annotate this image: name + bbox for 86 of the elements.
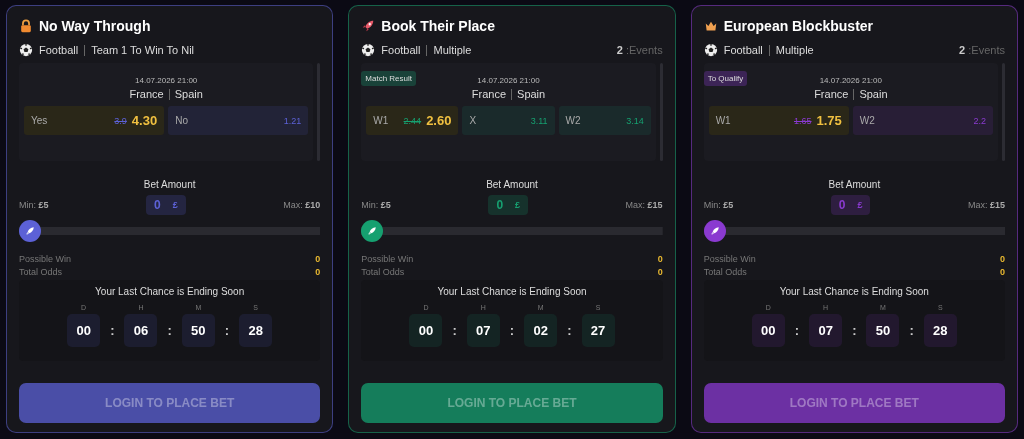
countdown-value: 02 [524, 314, 558, 347]
sport-name: Football [39, 44, 79, 56]
possible-win-value: 0 [657, 254, 663, 264]
sport-name: Football [381, 44, 421, 56]
colon-separator: : [509, 323, 515, 340]
football-icon [19, 43, 33, 57]
events-count: 2 [616, 44, 623, 56]
countdown-value: 50 [866, 314, 900, 347]
min-amount: Min: £5 [703, 200, 734, 210]
colon-separator: : [909, 323, 914, 340]
match-date: 14.07.2026 21:00 [477, 76, 540, 85]
countdown-title: Your Last Chance is Ending Soon [779, 286, 929, 297]
countdown-value: 00 [67, 314, 101, 347]
market-tag: Match Result [361, 71, 416, 86]
countdown-value: 00 [409, 314, 443, 347]
total-odds-label: Total Odds [703, 267, 747, 277]
colon-separator: : [794, 323, 800, 340]
possible-win-label: Possible Win [19, 254, 72, 264]
total-odds-value: 0 [315, 267, 321, 277]
team-name: France [471, 88, 507, 100]
market-tag: To Qualify [703, 71, 748, 86]
max-amount: Max: £15 [967, 200, 1005, 210]
team-name: Spain [174, 88, 203, 100]
countdown-value: 50 [181, 314, 215, 347]
countdown-value: 27 [581, 314, 615, 347]
possible-win-label: Possible Win [703, 254, 756, 264]
total-odds-value: 0 [999, 267, 1005, 277]
min-amount: Min: £5 [361, 200, 391, 210]
countdown-value: 06 [124, 314, 158, 347]
market-name: Multiple [775, 44, 814, 56]
min-amount: Min: £5 [19, 200, 49, 210]
countdown-title: Your Last Chance is Ending Soon [95, 286, 245, 297]
possible-win-value: 0 [999, 254, 1005, 264]
countdown-value: 28 [239, 314, 273, 347]
team-name: France [129, 88, 164, 100]
colon-separator: : [224, 323, 230, 340]
colon-separator: : [110, 323, 115, 340]
card-title: European Blockbuster [723, 18, 874, 34]
team-name: Spain [517, 88, 546, 100]
card-title: No Way Through [39, 18, 151, 34]
countdown-value: 00 [751, 314, 785, 347]
colon-separator: : [567, 323, 572, 340]
crown-icon [703, 19, 718, 33]
total-odds-label: Total Odds [19, 267, 63, 277]
bet-amount-label: Bet Amount [485, 179, 539, 190]
countdown-value: 07 [466, 314, 500, 347]
odds-button[interactable]: W1 2.44 2.60 [366, 106, 459, 135]
odds-button[interactable]: No 1.21 [168, 106, 309, 135]
bet-amount-label: Bet Amount [142, 179, 197, 190]
lock-icon [19, 19, 33, 33]
colon-separator: : [452, 323, 457, 340]
slider-thumb[interactable] [361, 220, 384, 242]
colon-separator: : [167, 323, 172, 340]
colon-separator: : [852, 323, 857, 340]
max-amount: Max: £10 [283, 200, 321, 210]
countdown-value: 28 [923, 314, 957, 347]
football-icon [703, 43, 718, 57]
total-odds-label: Total Odds [361, 267, 405, 277]
odds-button[interactable]: W1 1.65 1.75 [708, 106, 849, 135]
possible-win-value: 0 [315, 254, 321, 264]
possible-win-label: Possible Win [361, 254, 414, 264]
odds-button[interactable]: W2 3.14 [558, 106, 651, 135]
slider-thumb[interactable] [19, 220, 41, 242]
football-icon [361, 43, 376, 57]
odds-button[interactable]: W2 2.2 [852, 106, 993, 135]
team-name: France [814, 88, 849, 100]
countdown-title: Your Last Chance is Ending Soon [437, 286, 587, 297]
events-label: :Events [968, 44, 1005, 56]
events-count: 2 [959, 44, 966, 56]
odds-button[interactable]: Yes 3.9 4.30 [24, 106, 165, 135]
bet-amount-label: Bet Amount [827, 179, 882, 190]
amount-field[interactable]: 0 £ [488, 195, 529, 215]
rocket-icon [361, 19, 376, 33]
card-title: Book Their Place [381, 18, 495, 34]
max-amount: Max: £15 [625, 200, 663, 210]
total-odds-value: 0 [657, 267, 663, 277]
events-label: :Events [625, 44, 663, 56]
market-name: Team 1 To Win To Nil [91, 44, 195, 56]
odds-button[interactable]: X 3.11 [462, 106, 555, 135]
match-date: 14.07.2026 21:00 [135, 76, 198, 85]
market-name: Multiple [433, 44, 472, 56]
sport-name: Football [723, 44, 763, 56]
match-date: 14.07.2026 21:00 [819, 76, 882, 85]
countdown-value: 07 [809, 314, 843, 347]
slider-thumb[interactable] [703, 220, 726, 242]
team-name: Spain [859, 88, 888, 100]
